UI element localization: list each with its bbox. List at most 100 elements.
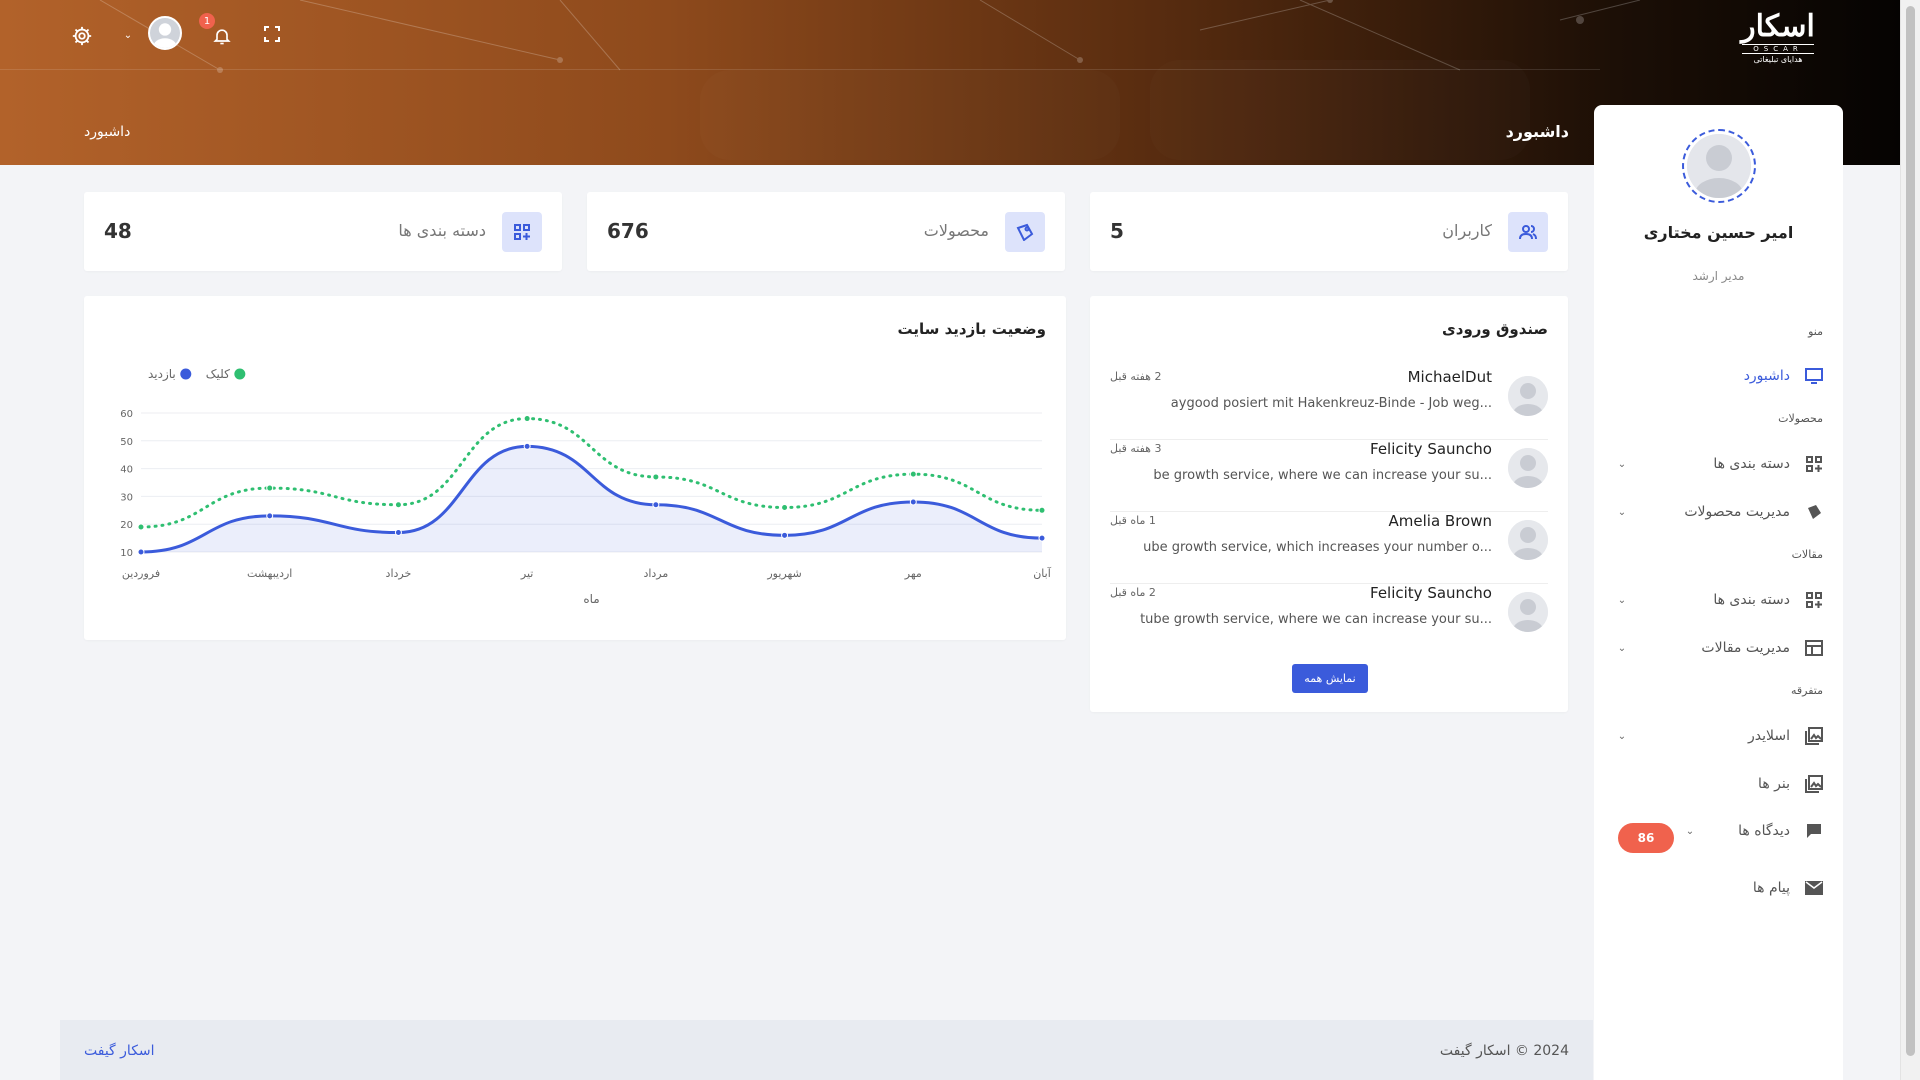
profile-name: امیر حسین مختاری (1643, 223, 1794, 242)
chevron-down-icon[interactable]: ⌄ (1682, 826, 1698, 837)
data-point (394, 529, 402, 537)
sidebar-item-product-categories[interactable]: دسته بندی ها ⌄ (1614, 447, 1824, 481)
sidebar-item-label: بنر ها (1758, 776, 1790, 792)
data-point (394, 501, 402, 509)
stat-card-categories[interactable]: دسته بندی ها 48 (84, 192, 562, 271)
x-axis-label: ماه (583, 592, 599, 606)
sender-name: Felicity Sauncho (1370, 440, 1492, 458)
sender-avatar (1508, 520, 1548, 560)
grid-plus-icon (1804, 454, 1824, 474)
sidebar-item-banners[interactable]: بنر ها (1614, 767, 1824, 801)
inbox-message[interactable]: Felicity Sauncho 3 هفته قبل be growth se… (1110, 440, 1548, 512)
chevron-down-icon[interactable]: ⌄ (121, 27, 135, 43)
footer: 2024 © اسکار گیفت اسکار گیفت (60, 1020, 1593, 1080)
data-point (137, 523, 145, 531)
sidebar-item-slider[interactable]: اسلایدر ⌄ (1614, 719, 1824, 753)
chevron-down-icon[interactable]: ⌄ (1614, 459, 1630, 470)
mail-icon (1804, 878, 1824, 898)
stat-label: محصولات (923, 221, 989, 240)
monitor-icon (1804, 366, 1824, 386)
data-point (652, 473, 660, 481)
legend-label: کلیک (206, 367, 230, 381)
stat-card-products[interactable]: محصولات 676 (587, 192, 1065, 271)
data-point (523, 415, 531, 423)
header-divider (0, 69, 1600, 70)
logo-latin-text: OSCAR (1742, 44, 1814, 54)
profile-role: مدیر ارشد (1692, 269, 1745, 283)
sidebar-item-article-categories[interactable]: دسته بندی ها ⌄ (1614, 583, 1824, 617)
message-preview: ube growth service, which increases your… (1143, 540, 1492, 555)
inbox-title: صندوق ورودی (1442, 320, 1548, 338)
chevron-down-icon[interactable]: ⌄ (1614, 731, 1630, 742)
settings-gear-icon[interactable] (70, 24, 94, 48)
logo-text: اسکار (1741, 9, 1816, 44)
sender-name: Felicity Sauncho (1370, 584, 1492, 602)
sidebar-item-label: دسته بندی ها (1713, 456, 1790, 472)
inbox-message[interactable]: MichaelDut 2 هفته قبل aygood posiert mit… (1110, 368, 1548, 440)
message-preview: tube growth service, where we can increa… (1140, 612, 1492, 627)
fullscreen-icon[interactable] (262, 24, 282, 44)
stat-card-users[interactable]: کاربران 5 (1090, 192, 1568, 271)
y-tick-label: 30 (120, 492, 133, 503)
data-point (781, 531, 789, 539)
inbox-message[interactable]: Felicity Sauncho 2 ماه قبل tube growth s… (1110, 584, 1548, 656)
sidebar-item-dashboard[interactable]: داشبورد (1614, 359, 1824, 393)
x-tick-label: خرداد (386, 567, 412, 580)
footer-copyright: 2024 © اسکار گیفت (1439, 1043, 1569, 1059)
y-tick-label: 50 (120, 437, 133, 448)
image-stack-icon (1804, 726, 1824, 746)
tag-icon (1804, 502, 1824, 522)
bell-icon[interactable] (210, 24, 234, 48)
data-point (781, 504, 789, 512)
page-scrollbar[interactable] (1900, 0, 1920, 1080)
legend-label: بازدید (148, 367, 176, 382)
chevron-down-icon[interactable]: ⌄ (1614, 595, 1630, 606)
sender-avatar (1508, 376, 1548, 416)
sidebar-item-label: دیدگاه ها (1738, 823, 1790, 839)
user-avatar[interactable] (148, 16, 182, 50)
scrollbar-thumb[interactable] (1906, 6, 1915, 1056)
line-chart: 10 20 30 40 50 60 فروردین اردیبهشت خرداد تیر مرداد… (120, 367, 1051, 606)
stat-label: دسته بندی ها (398, 221, 486, 240)
data-point (1038, 506, 1046, 514)
chevron-down-icon[interactable]: ⌄ (1614, 507, 1630, 518)
data-point (909, 470, 917, 478)
stat-label: کاربران (1442, 221, 1492, 240)
sidebar-item-label: دسته بندی ها (1713, 592, 1790, 608)
stat-value: 676 (607, 219, 649, 243)
message-preview: aygood posiert mit Hakenkreuz-Binde - Jo… (1170, 396, 1492, 411)
comments-count-badge: 86 (1618, 823, 1674, 853)
y-tick-label: 10 (120, 548, 133, 559)
site-logo[interactable]: اسکار OSCAR هدایای تبلیغاتی (1736, 10, 1820, 66)
data-point (523, 442, 531, 450)
site-visits-chart-card: وضعیت بازدید سایت 10 20 30 40 50 60 فروردین ارد… (84, 296, 1066, 640)
message-time: 2 هفته قبل (1110, 370, 1162, 383)
sidebar-item-label: پیام ها (1752, 880, 1790, 896)
section-label-misc: متفرقه (1790, 684, 1823, 697)
grid-plus-icon (1804, 590, 1824, 610)
message-time: 3 هفته قبل (1110, 442, 1162, 455)
data-point (1038, 534, 1046, 542)
sidebar-item-messages[interactable]: پیام ها (1614, 871, 1824, 905)
section-label-products: محصولات (1778, 412, 1823, 425)
stat-value: 5 (1110, 219, 1124, 243)
users-icon (1508, 212, 1548, 252)
tag-icon (1005, 212, 1045, 252)
breadcrumb[interactable]: داشبورد (84, 124, 130, 140)
y-tick-label: 60 (120, 409, 133, 420)
show-all-button[interactable]: نمایش همه (1292, 664, 1368, 693)
sidebar-item-comments[interactable]: دیدگاه ها ⌄ (1682, 814, 1824, 848)
y-tick-label: 40 (120, 465, 133, 476)
chevron-down-icon[interactable]: ⌄ (1614, 643, 1630, 654)
data-point (266, 484, 274, 492)
profile-avatar[interactable] (1682, 129, 1756, 203)
inbox-message[interactable]: Amelia Brown 1 ماه قبل ube growth servic… (1110, 512, 1548, 584)
newspaper-icon (1804, 638, 1824, 658)
footer-brand-link[interactable]: اسکار گیفت (84, 1043, 155, 1059)
sidebar-item-product-management[interactable]: مدیریت محصولات ⌄ (1614, 495, 1824, 529)
sidebar-item-label: داشبورد (1743, 368, 1790, 384)
series-area-1 (141, 446, 1042, 552)
sender-name: MichaelDut (1407, 368, 1492, 386)
sidebar-item-article-management[interactable]: مدیریت مقالات ⌄ (1614, 631, 1824, 665)
sidebar-item-label: مدیریت محصولات (1684, 504, 1790, 520)
